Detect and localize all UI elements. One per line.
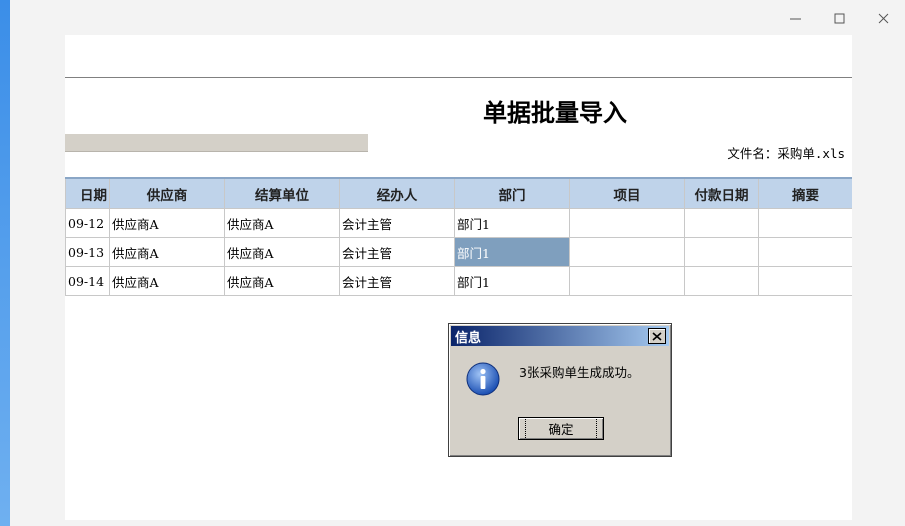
desktop-edge: [0, 0, 10, 526]
column-header-memo[interactable]: 摘要: [758, 177, 852, 209]
table-row: 09-12 供应商A 供应商A 会计主管 部门1: [65, 208, 852, 238]
close-icon[interactable]: [861, 6, 905, 30]
info-dialog: 信息 3张采购单生成成功。 确定: [448, 323, 672, 457]
column-header-date[interactable]: 日期: [65, 177, 110, 209]
table-header-row: 日期 供应商 结算单位 经办人 部门 项目 付款日期 摘要: [65, 177, 852, 209]
cell-date[interactable]: 09-14: [65, 266, 110, 296]
cell-dept[interactable]: 部门1: [454, 208, 570, 238]
column-header-supplier[interactable]: 供应商: [109, 177, 225, 209]
close-icon[interactable]: [648, 328, 666, 344]
cell-date[interactable]: 09-12: [65, 208, 110, 238]
column-header-handler[interactable]: 经办人: [339, 177, 455, 209]
page-title: 单据批量导入: [483, 98, 627, 127]
progress-bar: [65, 134, 368, 152]
cell-memo[interactable]: [758, 266, 852, 296]
ok-button[interactable]: 确定: [518, 417, 604, 440]
cell-paydate[interactable]: [684, 208, 759, 238]
voucher-table: 日期 供应商 结算单位 经办人 部门 项目 付款日期 摘要 09-12 供应商A…: [65, 177, 852, 296]
cell-settle[interactable]: 供应商A: [224, 208, 340, 238]
cell-dept-selected[interactable]: 部门1: [454, 237, 570, 267]
cell-memo[interactable]: [758, 237, 852, 267]
cell-paydate[interactable]: [684, 237, 759, 267]
column-header-project[interactable]: 项目: [569, 177, 685, 209]
dialog-title: 信息: [455, 330, 482, 346]
cell-settle[interactable]: 供应商A: [224, 237, 340, 267]
table-row: 09-13 供应商A 供应商A 会计主管 部门1: [65, 237, 852, 267]
ok-button-label: 确定: [525, 417, 597, 440]
table-row: 09-14 供应商A 供应商A 会计主管 部门1: [65, 266, 852, 296]
column-header-settle[interactable]: 结算单位: [224, 177, 340, 209]
cell-dept[interactable]: 部门1: [454, 266, 570, 296]
cell-settle[interactable]: 供应商A: [224, 266, 340, 296]
dialog-titlebar[interactable]: 信息: [451, 326, 669, 346]
divider: [65, 77, 852, 78]
cell-project[interactable]: [569, 237, 685, 267]
filename-label: 文件名：采购单.xls: [727, 146, 845, 161]
cell-handler[interactable]: 会计主管: [339, 208, 455, 238]
column-header-paydate[interactable]: 付款日期: [684, 177, 759, 209]
cell-handler[interactable]: 会计主管: [339, 237, 455, 267]
minimize-icon[interactable]: [773, 6, 817, 30]
cell-paydate[interactable]: [684, 266, 759, 296]
window-controls: [773, 6, 905, 30]
info-icon: [466, 362, 500, 396]
cell-project[interactable]: [569, 208, 685, 238]
cell-supplier[interactable]: 供应商A: [109, 266, 225, 296]
cell-memo[interactable]: [758, 208, 852, 238]
maximize-icon[interactable]: [817, 6, 861, 30]
cell-supplier[interactable]: 供应商A: [109, 208, 225, 238]
cell-handler[interactable]: 会计主管: [339, 266, 455, 296]
cell-date[interactable]: 09-13: [65, 237, 110, 267]
cell-supplier[interactable]: 供应商A: [109, 237, 225, 267]
cell-project[interactable]: [569, 266, 685, 296]
dialog-message: 3张采购单生成成功。: [519, 365, 640, 380]
column-header-dept[interactable]: 部门: [454, 177, 570, 209]
